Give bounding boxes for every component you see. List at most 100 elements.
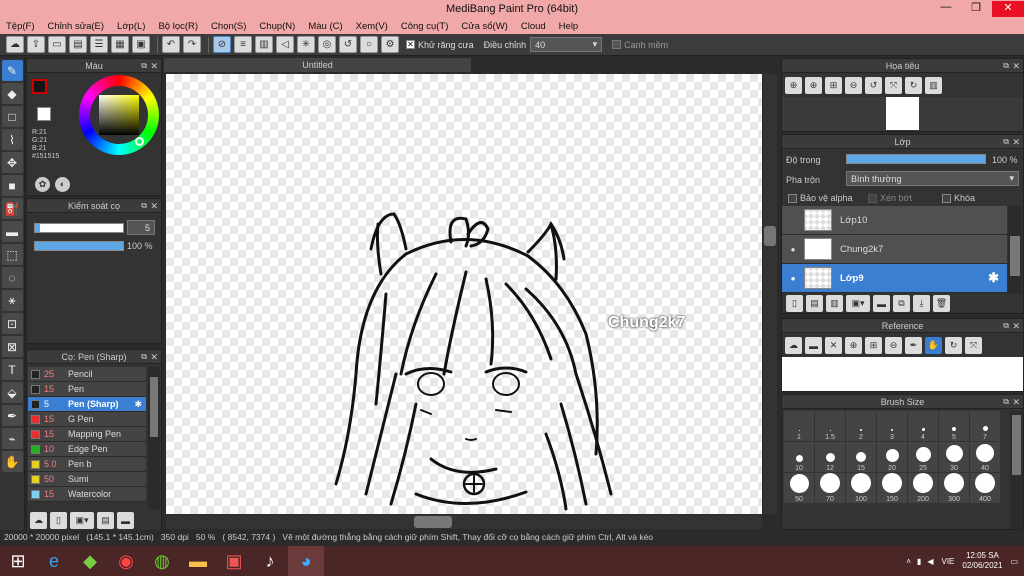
folder-icon[interactable]: ▬	[873, 295, 890, 312]
text-tool-icon[interactable]: T	[1, 359, 23, 380]
notification-icon[interactable]: ▭	[1010, 557, 1018, 566]
menu-window[interactable]: Cửa sổ(W)	[461, 21, 507, 32]
input-language[interactable]: VIE	[941, 557, 954, 566]
brush-tool-icon[interactable]: ✎	[1, 60, 23, 81]
open-folder-icon[interactable]: ▬	[805, 337, 822, 354]
antialias-checkbox[interactable]: ✕	[406, 40, 415, 49]
close-button[interactable]: ✕	[992, 1, 1024, 17]
save-icon[interactable]: ▣	[132, 36, 150, 53]
cloud-download-icon[interactable]: ☁	[30, 512, 47, 529]
menu-edit[interactable]: Chỉnh sửa(E)	[48, 21, 105, 32]
eyedropper-icon[interactable]: ✒	[1, 405, 23, 426]
redo-icon[interactable]: ↷	[183, 36, 201, 53]
fit-icon[interactable]: ⊞	[865, 337, 882, 354]
gear-icon[interactable]: ✱	[134, 399, 142, 410]
menu-layer[interactable]: Lớp(L)	[117, 21, 145, 32]
tray-up-icon[interactable]: ˄	[906, 557, 911, 566]
move-tool-icon[interactable]: ✥	[1, 152, 23, 173]
flip-icon[interactable]: ⤧	[885, 77, 902, 94]
lock-option[interactable]: Khóa	[942, 193, 975, 204]
drawing-canvas[interactable]: Chung2k7	[166, 74, 762, 514]
brush-item[interactable]: 15 Mapping Pen	[28, 427, 146, 442]
dot-tool-icon[interactable]: □	[1, 106, 23, 127]
popout-icon[interactable]: ⧉	[1003, 319, 1009, 333]
menu-file[interactable]: Tệp(F)	[6, 21, 35, 32]
brush-item[interactable]: 15 G Pen	[28, 412, 146, 427]
brush-size-option[interactable]: 1.5	[815, 411, 845, 441]
brush-size-option[interactable]: 2	[846, 411, 876, 441]
menu-select[interactable]: Chọn(S)	[211, 21, 246, 32]
brush-size-option[interactable]: 7	[970, 411, 1000, 441]
grid-icon[interactable]: ▦	[111, 36, 129, 53]
close-icon[interactable]: ✕	[1012, 319, 1020, 333]
new-8bit-layer-icon[interactable]: ▥	[826, 295, 843, 312]
brush-item[interactable]: 25 Pencil	[28, 367, 146, 382]
eraser-tool-icon[interactable]: ◆	[1, 83, 23, 104]
volume-icon[interactable]: ◀	[927, 557, 933, 566]
color-history-icon[interactable]: ◐	[55, 177, 70, 192]
layer-opacity-slider[interactable]	[846, 154, 986, 164]
snap-off-icon[interactable]: ⊘	[213, 36, 231, 53]
zoom-out-icon[interactable]: ⊖	[845, 77, 862, 94]
close-icon[interactable]: ✕	[1012, 395, 1020, 409]
snap-vanish-icon[interactable]: ◁	[276, 36, 294, 53]
close-icon[interactable]: ✕	[1012, 59, 1020, 73]
brush-size-option[interactable]: 4	[908, 411, 938, 441]
blend-mode-select[interactable]: Bình thường ▾	[846, 171, 1019, 186]
brush-size-option[interactable]: 15	[846, 442, 876, 472]
bluestacks-icon[interactable]: ◆	[72, 546, 108, 576]
select-pen-icon[interactable]: ⊡	[1, 313, 23, 334]
chrome-icon[interactable]: ◉	[108, 546, 144, 576]
new-brush-icon[interactable]: ▯	[50, 512, 67, 529]
windows-start-icon[interactable]: ⊞	[0, 546, 36, 576]
brush-item[interactable]: 50 Sumi	[28, 472, 146, 487]
popout-icon[interactable]: ⧉	[141, 350, 147, 364]
snap-radial-icon[interactable]: ✳	[297, 36, 315, 53]
brush-size-scrollbar[interactable]	[1010, 411, 1023, 529]
close-reference-icon[interactable]: ✕	[825, 337, 842, 354]
popout-icon[interactable]: ⧉	[141, 59, 147, 73]
brush-size-option[interactable]: 25	[908, 442, 938, 472]
maximize-button[interactable]: ❐	[962, 1, 990, 17]
menu-filter[interactable]: Bộ lọc(R)	[158, 21, 198, 32]
reset-icon[interactable]: ▥	[925, 77, 942, 94]
brush-size-option[interactable]: 40	[970, 442, 1000, 472]
close-icon[interactable]: ✕	[150, 59, 158, 73]
rotate-icon[interactable]: ↻	[945, 337, 962, 354]
copy-brush-icon[interactable]: ▤	[97, 512, 114, 529]
brush-size-option[interactable]: 100	[846, 473, 876, 503]
snap-circle-icon[interactable]: ◎	[318, 36, 336, 53]
close-icon[interactable]: ✕	[1012, 135, 1020, 149]
menu-color[interactable]: Màu (C)	[308, 21, 342, 32]
zoom-in-icon[interactable]: ⊕	[805, 77, 822, 94]
close-icon[interactable]: ✕	[150, 350, 158, 364]
duplicate-layer-icon[interactable]: ⧉	[893, 295, 910, 312]
folder-icon[interactable]: ▬	[117, 512, 134, 529]
clock[interactable]: 12:05 SA 02/06/2021	[962, 551, 1002, 571]
fit-icon[interactable]: ⊞	[825, 77, 842, 94]
visibility-icon[interactable]: ●	[782, 245, 804, 254]
brush-size-option[interactable]: 300	[939, 473, 969, 503]
layer-list-scrollbar[interactable]	[1008, 206, 1022, 294]
brush-size-slider[interactable]	[34, 223, 124, 233]
brush-size-option[interactable]: 10	[784, 442, 814, 472]
fill-tool-icon[interactable]: ⛽	[1, 198, 23, 219]
brush-size-option[interactable]: 12	[815, 442, 845, 472]
layer-row[interactable]: ● Chung2k7	[782, 235, 1007, 264]
protect-alpha-checkbox[interactable]	[788, 194, 797, 204]
add-brush-icon[interactable]: ▣▾	[70, 512, 94, 529]
close-icon[interactable]: ✕	[150, 199, 158, 213]
brush-size-option[interactable]: 1	[784, 411, 814, 441]
flip-icon[interactable]: ⤧	[965, 337, 982, 354]
rotate-right-icon[interactable]: ↻	[905, 77, 922, 94]
adjust-select[interactable]: 40 ▾	[530, 37, 603, 52]
magic-wand-icon[interactable]: ⚹	[1, 290, 23, 311]
clipping-option[interactable]: Xén bớt	[868, 193, 912, 204]
menu-snap[interactable]: Chụp(N)	[259, 21, 295, 32]
brush-item[interactable]: 5.0 Pen b	[28, 457, 146, 472]
navigator-thumbnail[interactable]	[886, 97, 919, 130]
brush-size-option[interactable]: 20	[877, 442, 907, 472]
gradient-tool-icon[interactable]: ▬	[1, 221, 23, 242]
snap-parallel-icon[interactable]: ≡	[234, 36, 252, 53]
snap-cross-icon[interactable]: ▥	[255, 36, 273, 53]
